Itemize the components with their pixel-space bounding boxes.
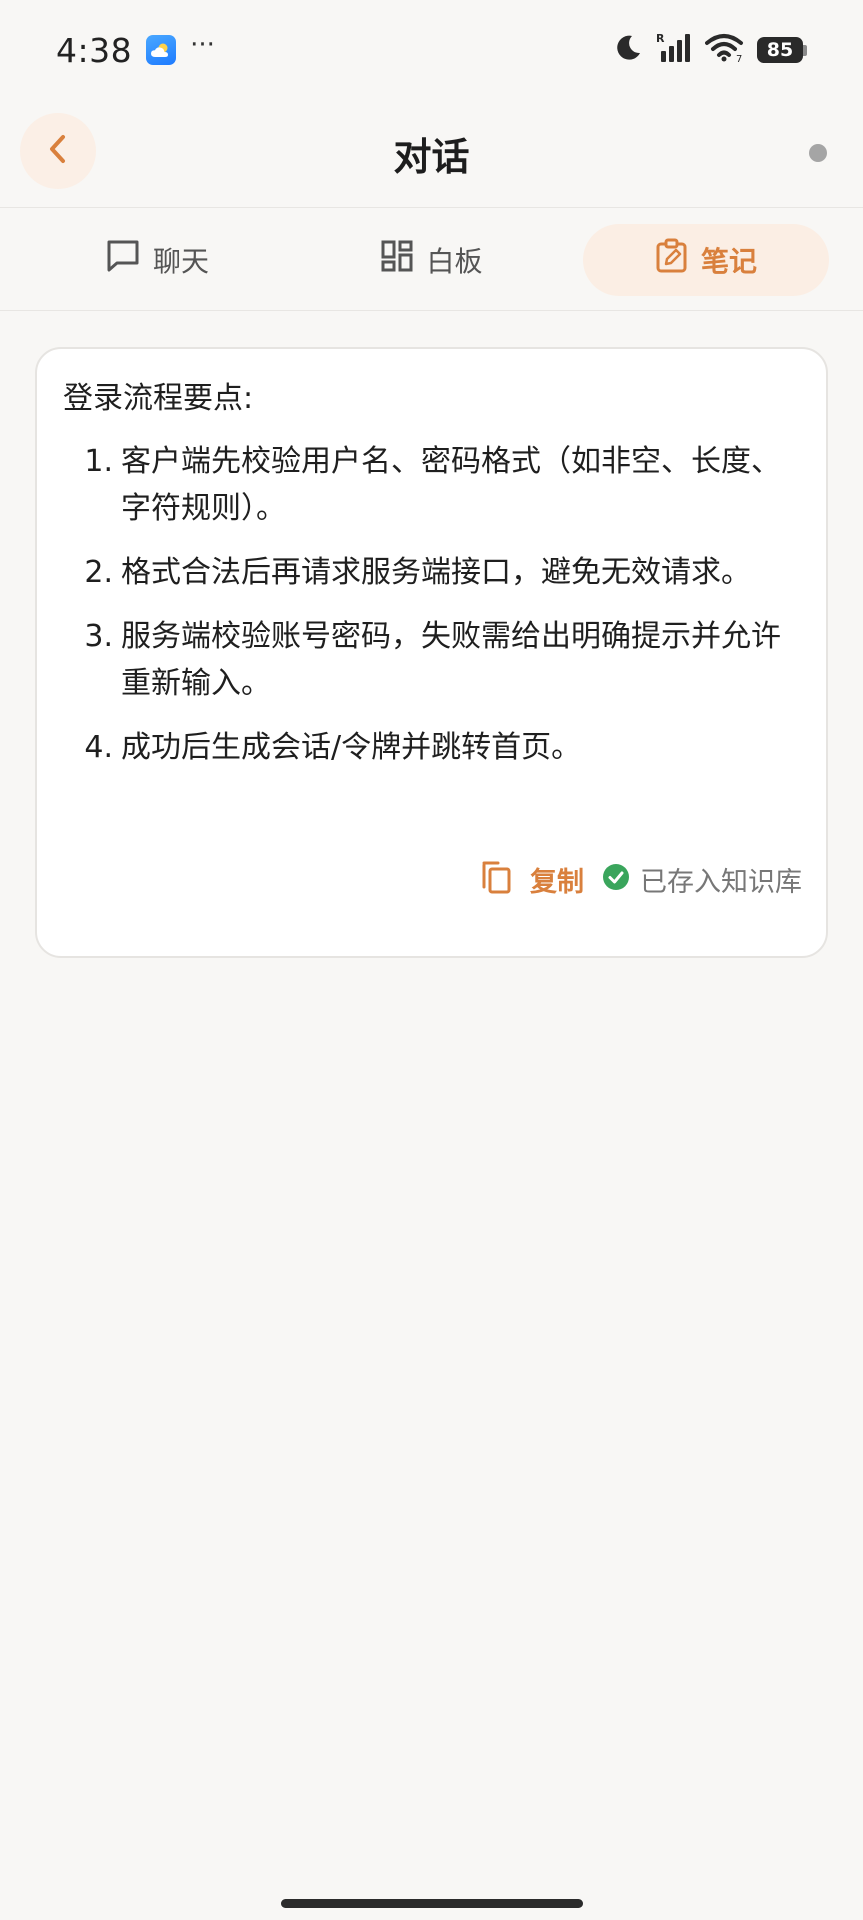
back-button[interactable]: [20, 113, 96, 189]
list-item-number: 1.: [84, 444, 113, 479]
status-left: 4:38 ···: [56, 31, 215, 70]
home-indicator[interactable]: [281, 1899, 583, 1908]
signal-mark: R: [656, 32, 665, 45]
tab-notes[interactable]: 笔记: [583, 223, 829, 296]
tab-whiteboard-label: 白板: [426, 244, 483, 278]
tab-bar: 聊天 白板 笔记: [0, 209, 863, 311]
copy-label: 复制: [530, 866, 584, 898]
list-item: 3. 服务端校验账号密码，失败需给出明确提示并允许重新输入。: [63, 613, 800, 707]
copy-button[interactable]: 复制: [480, 859, 584, 899]
battery-level: 85: [757, 37, 803, 63]
list-item-text: 格式合法后再请求服务端接口，避免无效请求。: [121, 555, 751, 590]
list-item-number: 3.: [84, 619, 113, 654]
note-list: 1. 客户端先校验用户名、密码格式（如非空、长度、字符规则）。 2. 格式合法后…: [63, 438, 800, 771]
status-dot: [809, 144, 827, 162]
list-item-text: 成功后生成会话/令牌并跳转首页。: [121, 730, 582, 765]
chevron-left-icon: [45, 132, 71, 170]
more-notifications-icon: ···: [190, 30, 215, 60]
copy-icon: [480, 859, 512, 899]
weather-app-icon: [146, 35, 177, 65]
list-item: 1. 客户端先校验用户名、密码格式（如非空、长度、字符规则）。: [63, 438, 800, 532]
tab-notes-label: 笔记: [700, 244, 757, 278]
app-header: 对话: [0, 100, 863, 208]
wifi-mark: 7: [736, 54, 742, 63]
edit-note-icon: [655, 238, 689, 281]
list-item: 4. 成功后生成会话/令牌并跳转首页。: [63, 724, 800, 771]
grid-board-icon: [380, 239, 414, 280]
status-bar: 4:38 ··· R 7 85: [0, 0, 863, 100]
list-item-text: 客户端先校验用户名、密码格式（如非空、长度、字符规则）。: [121, 444, 781, 526]
list-item-number: 2.: [84, 555, 113, 590]
page-title: 对话: [393, 135, 470, 179]
check-circle-icon: [602, 863, 630, 895]
list-item: 2. 格式合法后再请求服务端接口，避免无效请求。: [63, 549, 800, 596]
battery-icon: 85: [757, 37, 807, 63]
status-right: R 7 85: [613, 32, 807, 68]
tab-chat[interactable]: 聊天: [34, 224, 280, 296]
note-actions: 复制 已存入知识库: [480, 859, 802, 899]
saved-status-label: 已存入知识库: [640, 866, 802, 898]
note-card: 登录流程要点: 1. 客户端先校验用户名、密码格式（如非空、长度、字符规则）。 …: [35, 347, 828, 958]
chat-bubble-icon: [105, 238, 141, 281]
signal-icon: R: [655, 32, 693, 68]
status-time: 4:38: [56, 30, 133, 70]
battery-cap: [803, 44, 807, 56]
screen: 4:38 ··· R 7 85 对话 聊天 白板 笔记 登录流程要点: 1. 客…: [0, 0, 863, 1920]
note-heading: 登录流程要点:: [63, 381, 254, 416]
list-item-number: 4.: [84, 730, 113, 765]
wifi-icon: 7: [705, 33, 745, 67]
list-item-text: 服务端校验账号密码，失败需给出明确提示并允许重新输入。: [121, 619, 781, 701]
tab-chat-label: 聊天: [152, 244, 209, 278]
moon-icon: [613, 33, 643, 67]
tab-whiteboard[interactable]: 白板: [309, 224, 555, 296]
